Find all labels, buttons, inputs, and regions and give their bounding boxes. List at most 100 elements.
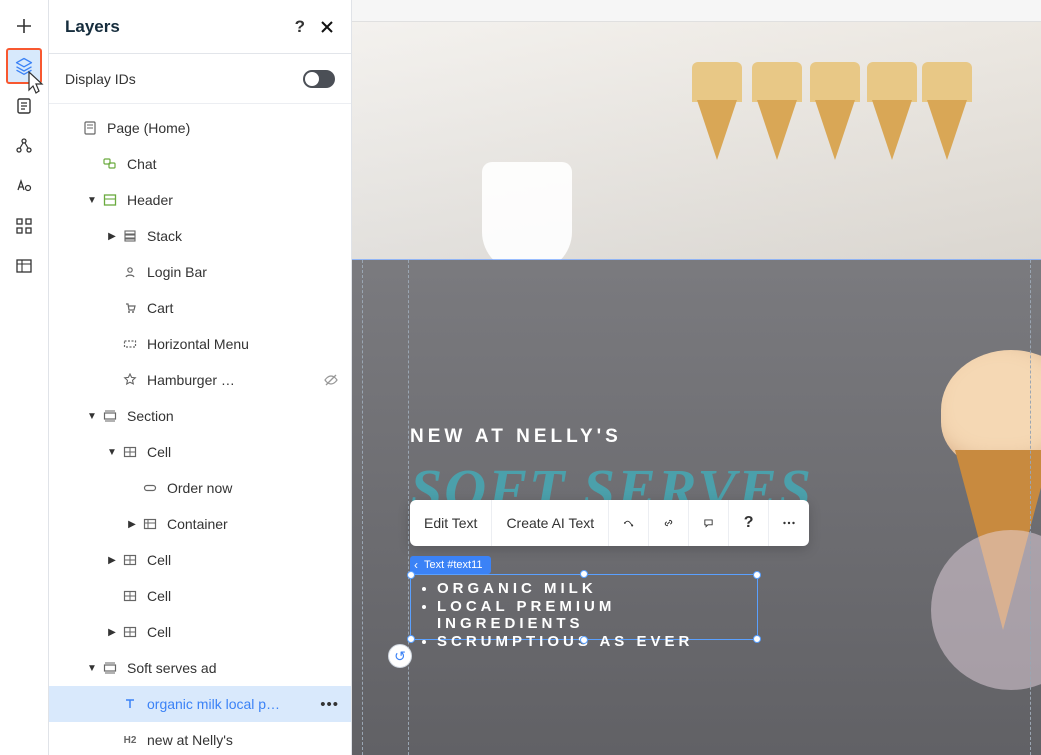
- more-icon[interactable]: [769, 500, 809, 546]
- expand-arrow[interactable]: ▶: [105, 555, 119, 566]
- resize-handle[interactable]: [407, 635, 415, 643]
- layers-panel: Layers ? Display IDs Page (Home) Chat ▼ Hea…: [49, 0, 352, 755]
- hidden-icon[interactable]: [323, 372, 339, 388]
- cms-tool-button[interactable]: [6, 248, 42, 284]
- close-icon[interactable]: [319, 19, 335, 35]
- expand-arrow[interactable]: ▼: [85, 663, 99, 674]
- display-ids-row: Display IDs: [49, 54, 351, 104]
- help-icon[interactable]: ?: [729, 500, 769, 546]
- tree-label: Container: [167, 516, 339, 532]
- tree-row[interactable]: ▼ Header: [49, 182, 351, 218]
- animation-icon[interactable]: [609, 500, 649, 546]
- tree-label: Stack: [147, 228, 339, 244]
- container-icon: [141, 517, 159, 531]
- tree-row[interactable]: ▶ Stack: [49, 218, 351, 254]
- section-icon: [101, 661, 119, 675]
- tree-row[interactable]: Horizontal Menu: [49, 326, 351, 362]
- hero-kicker[interactable]: NEW AT NELLY'S: [410, 426, 813, 448]
- comment-icon[interactable]: [689, 500, 729, 546]
- resize-handle[interactable]: [580, 636, 588, 644]
- button-icon: [141, 481, 159, 495]
- hmenu-icon: [121, 337, 139, 351]
- floating-toolbar: Edit Text Create AI Text ?: [410, 500, 809, 546]
- tree-label: Horizontal Menu: [147, 336, 339, 352]
- section-icon: [101, 409, 119, 423]
- tree-row[interactable]: organic milk local p…•••: [49, 686, 351, 722]
- resize-handle[interactable]: [580, 570, 588, 578]
- stack-icon: [121, 229, 139, 243]
- cone-decor: [810, 62, 860, 172]
- expand-arrow[interactable]: ▶: [125, 519, 139, 530]
- resize-handle[interactable]: [753, 571, 761, 579]
- expand-arrow[interactable]: ▼: [105, 447, 119, 458]
- tree-label: Cart: [147, 300, 339, 316]
- guide-line: [408, 260, 409, 755]
- expand-arrow[interactable]: ▼: [85, 195, 99, 206]
- display-ids-label: Display IDs: [65, 71, 303, 87]
- apps-tool-button[interactable]: [6, 208, 42, 244]
- left-toolbar: [0, 0, 49, 755]
- chat-icon: [101, 157, 119, 171]
- expand-arrow[interactable]: ▼: [85, 411, 99, 422]
- resize-handle[interactable]: [753, 635, 761, 643]
- panel-header: Layers ?: [49, 0, 351, 54]
- row-more-icon[interactable]: •••: [320, 696, 339, 713]
- bullet-item: local premium ingredients: [437, 598, 757, 632]
- tree-row[interactable]: ▶ Container: [49, 506, 351, 542]
- tree-row[interactable]: Hamburger …: [49, 362, 351, 398]
- selection-box[interactable]: organic milklocal premium ingredientsscr…: [410, 574, 758, 640]
- pointer-cursor-icon: [24, 70, 46, 96]
- panel-title: Layers: [65, 17, 295, 37]
- tree-row[interactable]: ▼Section: [49, 398, 351, 434]
- layers-tree: Page (Home) Chat ▼ Header ▶ Stack Login Bar Car…: [49, 104, 351, 755]
- typography-tool-button[interactable]: [6, 168, 42, 204]
- cell-icon: [121, 445, 139, 459]
- undo-badge[interactable]: ↺: [388, 644, 412, 668]
- tree-label: Cell: [147, 624, 339, 640]
- add-button[interactable]: [6, 8, 42, 44]
- tree-label: Soft serves ad: [127, 660, 339, 676]
- star-icon: [121, 373, 139, 387]
- tree-row[interactable]: Cart: [49, 290, 351, 326]
- text-icon: [121, 697, 139, 711]
- resize-handle[interactable]: [407, 571, 415, 579]
- tree-label: new at Nelly's: [147, 732, 339, 748]
- selection-badge[interactable]: Text #text11: [410, 556, 491, 574]
- tree-row[interactable]: Page (Home): [49, 110, 351, 146]
- tree-label: Login Bar: [147, 264, 339, 280]
- link-icon[interactable]: [649, 500, 689, 546]
- cone-decor: [692, 62, 742, 172]
- tree-row[interactable]: ▶ Cell: [49, 542, 351, 578]
- expand-arrow[interactable]: ▶: [105, 627, 119, 638]
- cone-decor: [752, 62, 802, 172]
- layers-tool-button[interactable]: [6, 48, 42, 84]
- help-icon[interactable]: ?: [295, 17, 305, 37]
- tree-row[interactable]: Cell: [49, 578, 351, 614]
- cell-icon: [121, 553, 139, 567]
- editor-canvas[interactable]: NEW AT NELLY'S SOFT SERVES Edit Text Cre…: [352, 0, 1041, 755]
- tree-label: Cell: [147, 552, 339, 568]
- tree-row[interactable]: ▼Cell: [49, 434, 351, 470]
- guide-line: [362, 260, 363, 755]
- tree-label: Header: [127, 192, 339, 208]
- tree-label: Order now: [167, 480, 339, 496]
- tree-row[interactable]: Chat: [49, 146, 351, 182]
- bullet-item: scrumptious as ever: [437, 633, 757, 650]
- tree-label: Page (Home): [107, 120, 339, 136]
- tree-row[interactable]: ▼ Soft serves ad: [49, 650, 351, 686]
- edit-text-button[interactable]: Edit Text: [410, 500, 492, 546]
- connections-tool-button[interactable]: [6, 128, 42, 164]
- expand-arrow[interactable]: ▶: [105, 231, 119, 242]
- display-ids-toggle[interactable]: [303, 70, 335, 88]
- cup-decor: [482, 162, 572, 272]
- cell-icon: [121, 625, 139, 639]
- tree-row[interactable]: Order now: [49, 470, 351, 506]
- cone-decor: [922, 62, 972, 172]
- create-ai-text-button[interactable]: Create AI Text: [492, 500, 609, 546]
- hand-cone-decor: [911, 330, 1041, 670]
- guide-line: [1030, 260, 1031, 755]
- tree-row[interactable]: Login Bar: [49, 254, 351, 290]
- tree-row[interactable]: ▶ Cell: [49, 614, 351, 650]
- cone-decor: [867, 62, 917, 172]
- tree-row[interactable]: H2new at Nelly's: [49, 722, 351, 755]
